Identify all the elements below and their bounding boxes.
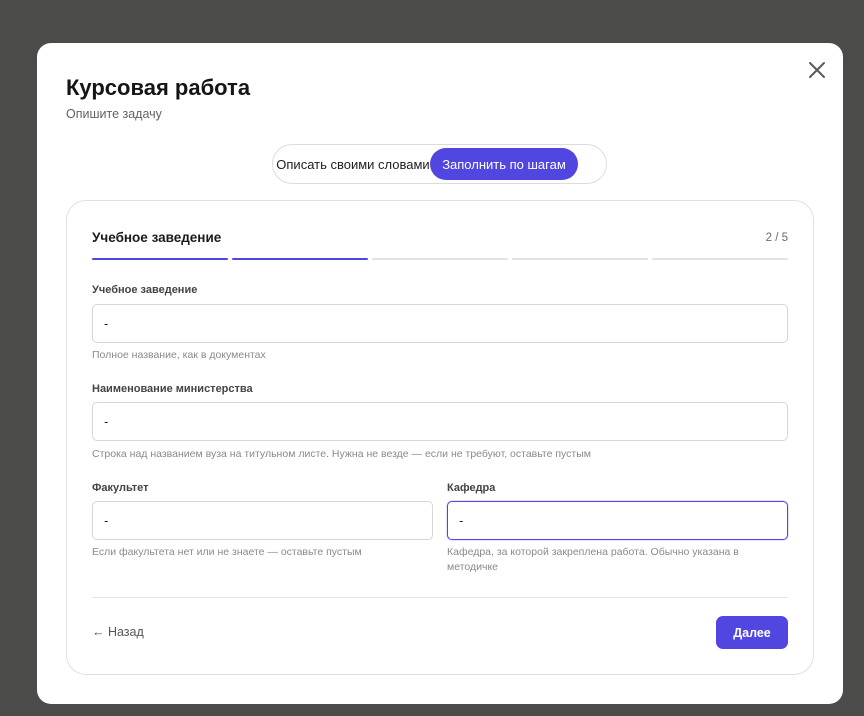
modal-dialog: Курсовая работа Опишите задачу Описать с… (37, 43, 843, 704)
close-icon[interactable] (807, 60, 827, 80)
ministry-input[interactable] (92, 402, 788, 441)
ministry-label: Наименование министерства (92, 383, 253, 395)
ministry-hint: Строка над названием вуза на титульном л… (92, 448, 591, 460)
institution-hint: Полное название, как в документах (92, 349, 266, 361)
department-input[interactable] (447, 501, 788, 540)
department-hint: Кафедра, за которой закреплена работа. О… (447, 546, 739, 573)
progress-segment (92, 258, 228, 260)
step-title: Учебное заведение (92, 230, 222, 245)
divider (92, 597, 788, 598)
institution-label: Учебное заведение (92, 284, 198, 296)
mode-option-step-by-step[interactable]: Заполнить по шагам (430, 148, 578, 180)
mode-option-free-text[interactable]: Описать своими словами (276, 148, 430, 180)
institution-input[interactable] (92, 304, 788, 343)
mode-switch: Описать своими словами Заполнить по шага… (272, 144, 607, 184)
faculty-label: Факультет (92, 482, 149, 494)
department-label: Кафедра (447, 482, 496, 494)
step-progress-bar (92, 258, 788, 261)
progress-segment (232, 258, 368, 260)
progress-segment (652, 258, 788, 260)
modal-title: Курсовая работа (66, 75, 251, 100)
back-button[interactable]: ← Назад (92, 625, 144, 639)
progress-segment (372, 258, 508, 260)
next-button[interactable]: Далее (716, 616, 788, 649)
faculty-input[interactable] (92, 501, 433, 540)
faculty-hint: Если факультета нет или не знаете — оста… (92, 546, 362, 558)
step-counter: 2 / 5 (765, 232, 788, 244)
step-card: Учебное заведение 2 / 5 Учебное заведени… (66, 200, 814, 675)
modal-subtitle: Опишите задачу (66, 107, 162, 121)
progress-segment (512, 258, 648, 260)
